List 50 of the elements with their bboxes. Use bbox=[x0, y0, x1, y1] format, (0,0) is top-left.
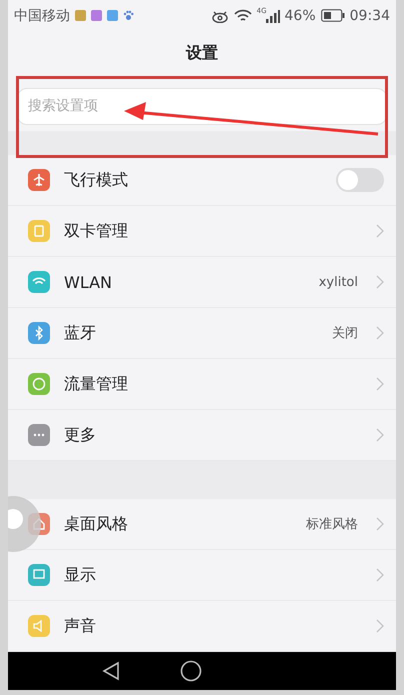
more-icon bbox=[28, 424, 50, 446]
sim-card-icon bbox=[28, 220, 50, 242]
wifi-icon bbox=[28, 271, 50, 293]
clock-time: 09:34 bbox=[350, 8, 390, 24]
row-label: 双卡管理 bbox=[64, 220, 129, 242]
signal-icon bbox=[266, 8, 280, 22]
toggle-switch[interactable] bbox=[336, 168, 384, 192]
row-label: 蓝牙 bbox=[64, 322, 97, 344]
paw-icon bbox=[123, 10, 134, 21]
row-label: 更多 bbox=[64, 424, 97, 446]
notification-icon bbox=[75, 10, 86, 21]
row-label: WLAN bbox=[64, 272, 114, 292]
row-label: 飞行模式 bbox=[64, 170, 129, 190]
carrier-name: 中国移动 bbox=[14, 6, 70, 24]
chevron-icon bbox=[376, 275, 384, 289]
battery-icon bbox=[320, 9, 345, 22]
home-icon[interactable] bbox=[180, 660, 202, 682]
settings-row[interactable]: 飞行模式 bbox=[8, 155, 396, 206]
row-value: xylitol bbox=[318, 274, 358, 290]
settings-row[interactable]: 流量管理 bbox=[8, 359, 396, 410]
row-value: 关闭 bbox=[332, 325, 358, 342]
wifi-icon bbox=[234, 8, 252, 22]
row-value: 标准风格 bbox=[306, 516, 358, 533]
eye-icon bbox=[210, 8, 229, 22]
airplane-icon bbox=[28, 169, 50, 191]
settings-row[interactable]: 蓝牙 关闭 bbox=[8, 308, 396, 359]
row-label: 显示 bbox=[64, 564, 97, 586]
settings-row[interactable]: 显示 bbox=[8, 550, 396, 601]
chevron-icon bbox=[376, 326, 384, 340]
gauge-icon bbox=[28, 373, 50, 395]
monitor-icon bbox=[28, 564, 50, 586]
settings-row[interactable]: WLAN xylitol bbox=[8, 257, 396, 308]
notification-icon bbox=[107, 10, 118, 21]
settings-row[interactable]: 双卡管理 bbox=[8, 206, 396, 257]
row-label: 桌面风格 bbox=[64, 514, 129, 534]
chevron-icon bbox=[376, 224, 384, 238]
row-label: 流量管理 bbox=[64, 374, 129, 394]
row-label: 声音 bbox=[64, 616, 97, 636]
notification-icon bbox=[91, 10, 102, 21]
chevron-icon bbox=[376, 568, 384, 582]
chevron-icon bbox=[376, 619, 384, 633]
speaker-icon bbox=[28, 615, 50, 637]
chevron-icon bbox=[376, 517, 384, 531]
back-icon[interactable] bbox=[102, 661, 120, 681]
chevron-icon bbox=[376, 377, 384, 391]
page-title: 设置 bbox=[184, 42, 219, 64]
bluetooth-icon bbox=[28, 322, 50, 344]
chevron-icon bbox=[376, 428, 384, 442]
battery-percent: 46% bbox=[284, 8, 316, 24]
search-field[interactable]: 搜索设置项 bbox=[17, 88, 387, 125]
